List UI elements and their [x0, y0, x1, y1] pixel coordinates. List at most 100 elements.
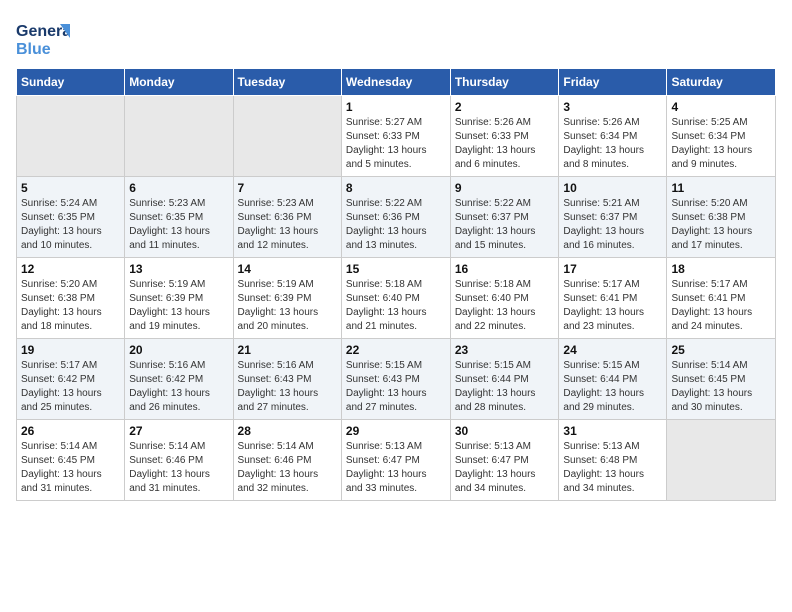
- calendar-cell: 10 Sunrise: 5:21 AMSunset: 6:37 PMDayligh…: [559, 177, 667, 258]
- calendar-cell: 24Sunrise: 5:15 AMSunset: 6:44 PMDayligh…: [559, 339, 667, 420]
- day-number: 5: [21, 181, 120, 195]
- day-info: Sunrise: 5:17 AMSunset: 6:42 PMDaylight:…: [21, 359, 120, 415]
- day-info: Sunrise: 5:20 AMSunset: 6:38 PMDaylight:…: [21, 278, 120, 334]
- day-info: Sunrise: 5:23 AMSunset: 6:35 PMDaylight:…: [129, 197, 228, 253]
- calendar-cell: [233, 96, 341, 177]
- day-number: 3: [563, 100, 662, 114]
- day-info: Sunrise: 5:17 AMSunset: 6:41 PMDaylight:…: [671, 278, 771, 334]
- day-number: 22: [346, 343, 446, 357]
- day-info: Sunrise: 5:22 AMSunset: 6:36 PMDaylight:…: [346, 197, 446, 253]
- day-info: Sunrise: 5:19 AMSunset: 6:39 PMDaylight:…: [129, 278, 228, 334]
- calendar-cell: 4 Sunrise: 5:25 AMSunset: 6:34 PMDaylight…: [667, 96, 776, 177]
- svg-text:Blue: Blue: [16, 41, 51, 58]
- page-header: General Blue: [16, 16, 776, 60]
- day-number: 7: [238, 181, 337, 195]
- day-info: Sunrise: 5:15 AMSunset: 6:44 PMDaylight:…: [455, 359, 555, 415]
- day-info: Sunrise: 5:14 AMSunset: 6:45 PMDaylight:…: [671, 359, 771, 415]
- col-wednesday: Wednesday: [341, 69, 450, 96]
- calendar-cell: 5 Sunrise: 5:24 AMSunset: 6:35 PMDaylight…: [17, 177, 125, 258]
- calendar-cell: 16 Sunrise: 5:18 AMSunset: 6:40 PMDayligh…: [450, 258, 559, 339]
- col-sunday: Sunday: [17, 69, 125, 96]
- day-number: 9: [455, 181, 555, 195]
- col-thursday: Thursday: [450, 69, 559, 96]
- day-info: Sunrise: 5:26 AMSunset: 6:34 PMDaylight:…: [563, 116, 662, 172]
- calendar-cell: 3 Sunrise: 5:26 AMSunset: 6:34 PMDaylight…: [559, 96, 667, 177]
- day-info: Sunrise: 5:20 AMSunset: 6:38 PMDaylight:…: [671, 197, 771, 253]
- day-info: Sunrise: 5:25 AMSunset: 6:34 PMDaylight:…: [671, 116, 771, 172]
- col-monday: Monday: [125, 69, 233, 96]
- day-info: Sunrise: 5:24 AMSunset: 6:35 PMDaylight:…: [21, 197, 120, 253]
- calendar-cell: 30 Sunrise: 5:13 AMSunset: 6:47 PMDayligh…: [450, 420, 559, 501]
- calendar-cell: [667, 420, 776, 501]
- calendar-cell: 19 Sunrise: 5:17 AMSunset: 6:42 PMDayligh…: [17, 339, 125, 420]
- calendar-cell: 28 Sunrise: 5:14 AMSunset: 6:46 PMDayligh…: [233, 420, 341, 501]
- calendar-cell: 21Sunrise: 5:16 AMSunset: 6:43 PMDayligh…: [233, 339, 341, 420]
- calendar-week-4: 19 Sunrise: 5:17 AMSunset: 6:42 PMDayligh…: [17, 339, 776, 420]
- day-number: 1: [346, 100, 446, 114]
- calendar-cell: 12 Sunrise: 5:20 AMSunset: 6:38 PMDayligh…: [17, 258, 125, 339]
- calendar-cell: 17 Sunrise: 5:17 AMSunset: 6:41 PMDayligh…: [559, 258, 667, 339]
- day-info: Sunrise: 5:14 AMSunset: 6:46 PMDaylight:…: [129, 440, 228, 496]
- day-info: Sunrise: 5:18 AMSunset: 6:40 PMDaylight:…: [455, 278, 555, 334]
- day-number: 19: [21, 343, 120, 357]
- day-info: Sunrise: 5:26 AMSunset: 6:33 PMDaylight:…: [455, 116, 555, 172]
- day-number: 25: [671, 343, 771, 357]
- calendar-cell: 7 Sunrise: 5:23 AMSunset: 6:36 PMDaylight…: [233, 177, 341, 258]
- day-number: 11: [671, 181, 771, 195]
- calendar-cell: 6 Sunrise: 5:23 AMSunset: 6:35 PMDaylight…: [125, 177, 233, 258]
- day-number: 12: [21, 262, 120, 276]
- col-tuesday: Tuesday: [233, 69, 341, 96]
- day-number: 20: [129, 343, 228, 357]
- day-number: 18: [671, 262, 771, 276]
- day-number: 30: [455, 424, 555, 438]
- calendar-cell: 8Sunrise: 5:22 AMSunset: 6:36 PMDaylight…: [341, 177, 450, 258]
- calendar-table: Sunday Monday Tuesday Wednesday Thursday…: [16, 68, 776, 501]
- day-info: Sunrise: 5:13 AMSunset: 6:47 PMDaylight:…: [455, 440, 555, 496]
- day-number: 17: [563, 262, 662, 276]
- day-info: Sunrise: 5:14 AMSunset: 6:46 PMDaylight:…: [238, 440, 337, 496]
- calendar-cell: [17, 96, 125, 177]
- day-info: Sunrise: 5:18 AMSunset: 6:40 PMDaylight:…: [346, 278, 446, 334]
- calendar-header-row: Sunday Monday Tuesday Wednesday Thursday…: [17, 69, 776, 96]
- day-number: 28: [238, 424, 337, 438]
- day-number: 10: [563, 181, 662, 195]
- calendar-cell: 14 Sunrise: 5:19 AMSunset: 6:39 PMDayligh…: [233, 258, 341, 339]
- day-info: Sunrise: 5:15 AMSunset: 6:43 PMDaylight:…: [346, 359, 446, 415]
- day-info: Sunrise: 5:13 AMSunset: 6:47 PMDaylight:…: [346, 440, 446, 496]
- day-info: Sunrise: 5:19 AMSunset: 6:39 PMDaylight:…: [238, 278, 337, 334]
- calendar-cell: 20 Sunrise: 5:16 AMSunset: 6:42 PMDayligh…: [125, 339, 233, 420]
- calendar-cell: 9 Sunrise: 5:22 AMSunset: 6:37 PMDaylight…: [450, 177, 559, 258]
- day-info: Sunrise: 5:15 AMSunset: 6:44 PMDaylight:…: [563, 359, 662, 415]
- day-number: 6: [129, 181, 228, 195]
- day-info: Sunrise: 5:27 AMSunset: 6:33 PMDaylight:…: [346, 116, 446, 172]
- calendar-cell: 15Sunrise: 5:18 AMSunset: 6:40 PMDayligh…: [341, 258, 450, 339]
- day-number: 4: [671, 100, 771, 114]
- logo: General Blue: [16, 16, 70, 60]
- calendar-cell: 22 Sunrise: 5:15 AMSunset: 6:43 PMDayligh…: [341, 339, 450, 420]
- calendar-week-3: 12 Sunrise: 5:20 AMSunset: 6:38 PMDayligh…: [17, 258, 776, 339]
- day-info: Sunrise: 5:17 AMSunset: 6:41 PMDaylight:…: [563, 278, 662, 334]
- day-number: 23: [455, 343, 555, 357]
- calendar-cell: 18 Sunrise: 5:17 AMSunset: 6:41 PMDayligh…: [667, 258, 776, 339]
- day-info: Sunrise: 5:22 AMSunset: 6:37 PMDaylight:…: [455, 197, 555, 253]
- calendar-cell: 29 Sunrise: 5:13 AMSunset: 6:47 PMDayligh…: [341, 420, 450, 501]
- day-info: Sunrise: 5:16 AMSunset: 6:42 PMDaylight:…: [129, 359, 228, 415]
- day-number: 26: [21, 424, 120, 438]
- calendar-cell: 13Sunrise: 5:19 AMSunset: 6:39 PMDayligh…: [125, 258, 233, 339]
- calendar-cell: 26Sunrise: 5:14 AMSunset: 6:45 PMDayligh…: [17, 420, 125, 501]
- calendar-cell: 11 Sunrise: 5:20 AMSunset: 6:38 PMDayligh…: [667, 177, 776, 258]
- day-number: 29: [346, 424, 446, 438]
- calendar-cell: 23 Sunrise: 5:15 AMSunset: 6:44 PMDayligh…: [450, 339, 559, 420]
- day-number: 14: [238, 262, 337, 276]
- calendar-week-2: 5 Sunrise: 5:24 AMSunset: 6:35 PMDaylight…: [17, 177, 776, 258]
- day-number: 31: [563, 424, 662, 438]
- day-number: 2: [455, 100, 555, 114]
- calendar-cell: [125, 96, 233, 177]
- day-number: 16: [455, 262, 555, 276]
- day-info: Sunrise: 5:21 AMSunset: 6:37 PMDaylight:…: [563, 197, 662, 253]
- logo-icon: General Blue: [16, 16, 70, 60]
- day-info: Sunrise: 5:13 AMSunset: 6:48 PMDaylight:…: [563, 440, 662, 496]
- day-number: 21: [238, 343, 337, 357]
- day-info: Sunrise: 5:23 AMSunset: 6:36 PMDaylight:…: [238, 197, 337, 253]
- col-friday: Friday: [559, 69, 667, 96]
